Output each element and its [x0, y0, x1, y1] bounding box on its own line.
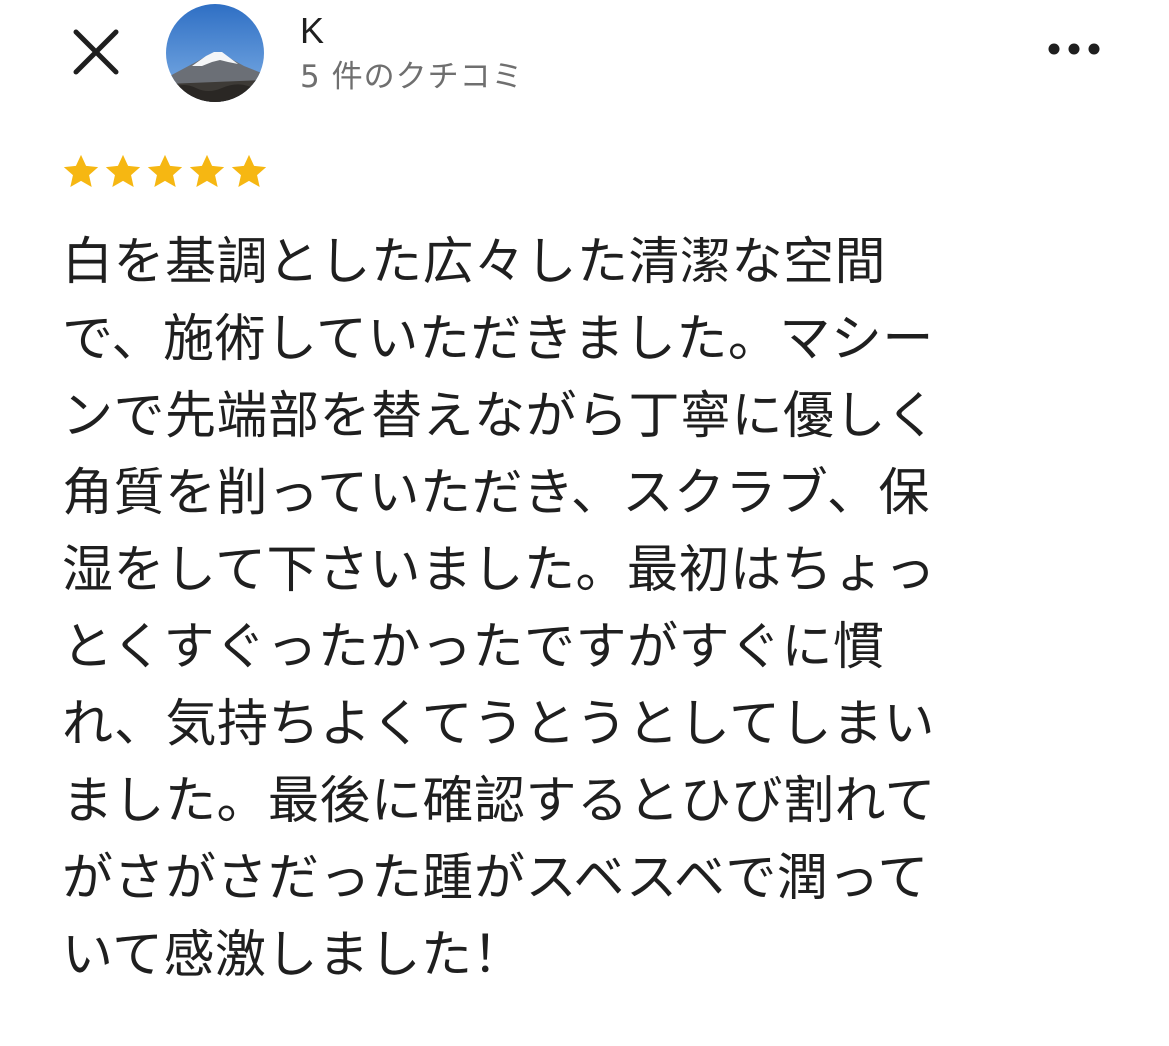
- star-icon: [189, 154, 225, 188]
- close-button[interactable]: [70, 26, 122, 78]
- star-icon: [147, 154, 183, 188]
- review-text-line: ンで先端部を替えながら丁寧に優しく: [62, 387, 938, 446]
- star-icon: [231, 154, 267, 188]
- review-text-line: がさがさだった踵がスベスベで潤って: [62, 849, 929, 908]
- review-text-line: 角質を削っていただき、スクラブ、保: [62, 464, 930, 523]
- review-text: 白を基調とした広々した清潔な空間 で、施術していただきました。マシー ンで先端部を替…: [62, 224, 1102, 994]
- review-text-line: 白を基調とした広々した清潔な空間: [62, 233, 887, 292]
- star-icon: [63, 154, 99, 188]
- star-icon: [105, 154, 141, 188]
- review-text-line: いて感激しました！: [62, 926, 524, 985]
- close-icon: [73, 29, 119, 75]
- review-text-line: で、施術していただきました。マシー: [62, 310, 934, 369]
- review-count[interactable]: 5 件のクチコミ: [300, 56, 524, 98]
- reviewer-name[interactable]: K: [300, 8, 324, 54]
- review-text-line: れ、気持ちよくてうとうとしてしまい: [62, 695, 935, 754]
- review-text-line: ました。最後に確認するとひび割れて: [62, 772, 936, 831]
- more-options-button[interactable]: [1044, 34, 1104, 64]
- avatar[interactable]: [166, 4, 264, 102]
- star-rating: [60, 150, 270, 194]
- review-text-line: 湿をして下さいました。最初はちょっ: [62, 541, 936, 600]
- mountain-avatar-image: [166, 4, 264, 102]
- review-text-line: とくすぐったかったですがすぐに慣: [62, 618, 885, 677]
- more-horizontal-icon: [1048, 43, 1100, 55]
